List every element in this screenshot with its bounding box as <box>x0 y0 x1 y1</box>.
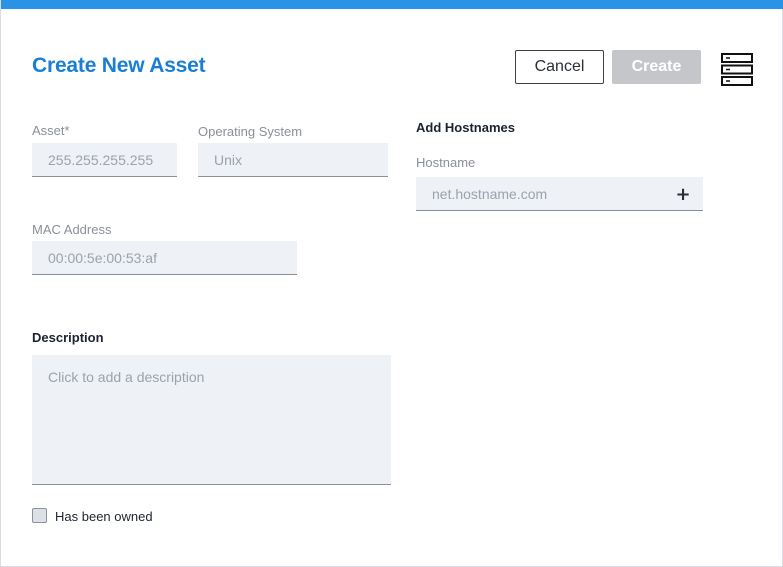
os-input[interactable] <box>198 143 388 177</box>
description-textarea[interactable] <box>32 355 391 485</box>
add-hostname-button[interactable]: + <box>673 185 693 205</box>
hostnames-heading: Add Hostnames <box>416 120 515 135</box>
owned-checkbox-label[interactable]: Has been owned <box>55 509 153 524</box>
mac-input[interactable] <box>32 241 297 275</box>
cancel-button[interactable]: Cancel <box>515 50 604 84</box>
server-icon[interactable] <box>721 53 753 86</box>
plus-icon: + <box>675 184 691 205</box>
hostname-label: Hostname <box>416 155 476 170</box>
create-asset-dialog: Create New Asset Cancel Create Asset* Op… <box>0 0 783 567</box>
description-label: Description <box>32 330 104 345</box>
asset-input[interactable] <box>32 143 177 177</box>
owned-checkbox[interactable] <box>32 508 47 523</box>
mac-label: MAC Address <box>32 222 112 237</box>
create-button[interactable]: Create <box>612 50 701 84</box>
os-label: Operating System <box>198 124 303 139</box>
dialog-accent-bar <box>1 0 783 9</box>
dialog-title: Create New Asset <box>32 54 206 77</box>
asset-label: Asset* <box>32 123 70 138</box>
hostname-input[interactable] <box>416 177 703 211</box>
